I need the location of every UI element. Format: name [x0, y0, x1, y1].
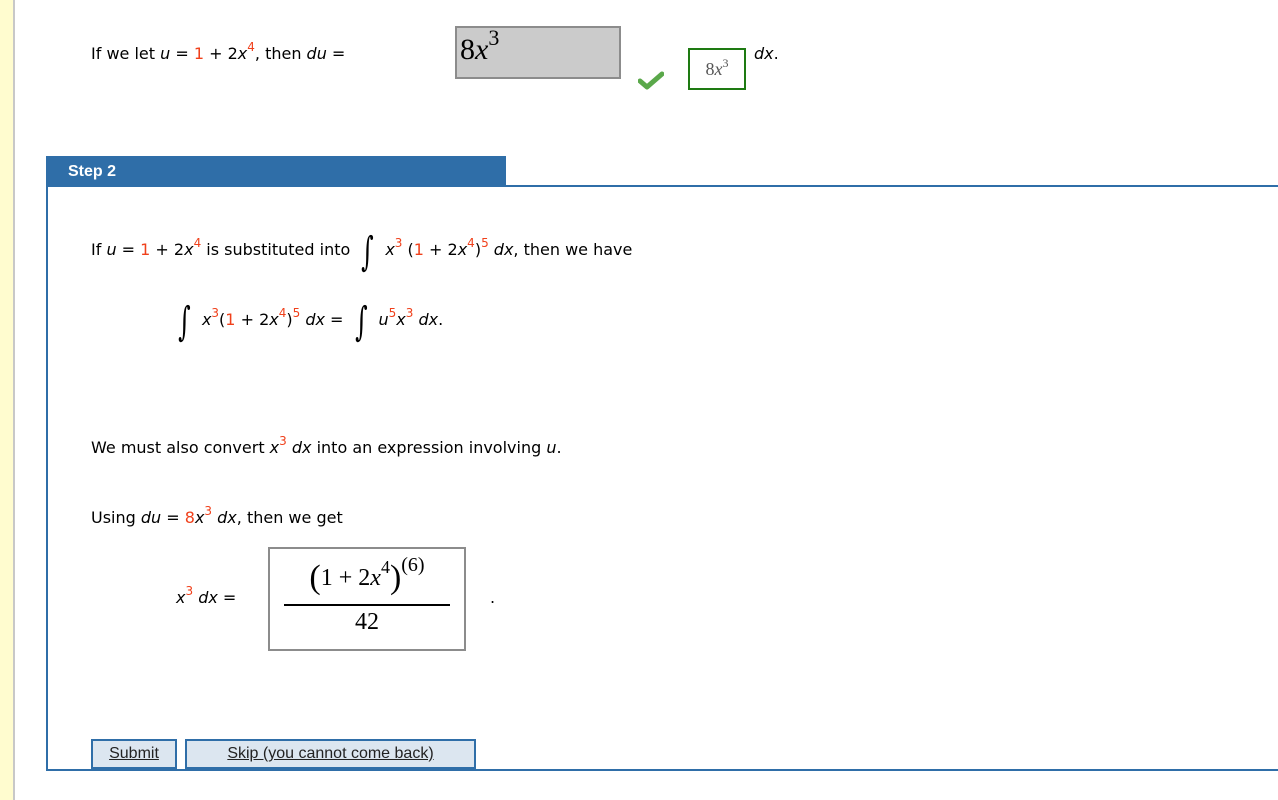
highlight-number: 1: [140, 240, 151, 259]
var-dx: dx: [300, 310, 325, 329]
text: If we let: [91, 44, 161, 63]
var-dx: dx: [413, 310, 439, 329]
answer-var: x: [475, 33, 489, 66]
exponent: 4: [380, 557, 390, 577]
text: + 2: [204, 44, 238, 63]
correct-coef: 8: [705, 59, 715, 79]
text: If: [91, 240, 107, 259]
var-du: du: [140, 508, 162, 527]
step1-statement: If we let u = 1 + 2x4, then du =: [91, 41, 346, 63]
integral-sign-icon: ∫: [361, 229, 375, 275]
var-x: x: [201, 310, 212, 329]
var-u: u: [378, 310, 389, 329]
var-x: x: [385, 240, 395, 259]
text: 1 + 2: [320, 565, 371, 591]
text: , then we get: [236, 508, 343, 527]
paren: (: [309, 559, 321, 596]
step1-dx-suffix: dx.: [754, 44, 779, 63]
text: =: [116, 240, 141, 259]
step2-substitution-statement: If u = 1 + 2x4 is substituted into ∫ x3 …: [91, 232, 632, 272]
var-du: du: [306, 44, 327, 63]
sidebar-divider: [13, 0, 15, 800]
period: .: [490, 588, 496, 607]
var-x: x: [194, 508, 205, 527]
var-x: x: [457, 240, 468, 259]
period: .: [773, 44, 779, 63]
skip-button[interactable]: Skip (you cannot come back): [185, 739, 476, 769]
var-u: u: [546, 438, 557, 457]
text: Using: [91, 508, 141, 527]
text: We must also convert: [91, 438, 270, 457]
correct-exp: 3: [722, 56, 729, 70]
du-answer-input[interactable]: 8x3: [455, 26, 621, 79]
var-dx: dx: [212, 508, 237, 527]
text: + 2: [150, 240, 185, 259]
fraction-answer-input[interactable]: (1 + 2x4)(6) 42: [268, 547, 466, 651]
exponent: 3: [211, 306, 220, 320]
fraction-bar: [284, 604, 450, 606]
text: , then: [254, 44, 307, 63]
text: =: [326, 44, 346, 63]
var-x: x: [269, 438, 280, 457]
var-u: u: [160, 44, 171, 63]
period: .: [556, 438, 562, 457]
text: + 2: [423, 240, 458, 259]
highlight-number: 1: [193, 44, 205, 63]
step2-panel: [46, 185, 1278, 771]
text: =: [324, 310, 349, 329]
highlight-number: 1: [225, 310, 236, 329]
answer-exp: 3: [488, 25, 500, 50]
text: (: [402, 240, 414, 259]
var-dx: dx: [754, 44, 774, 63]
exponent: 4: [467, 236, 475, 250]
step-header: Step 2: [46, 156, 506, 186]
text: into an expression involving: [311, 438, 547, 457]
highlight-number: 8: [184, 508, 195, 527]
exponent: 4: [247, 40, 255, 54]
highlight-number: 1: [413, 240, 424, 259]
text: + 2: [235, 310, 270, 329]
step2-using-statement: Using du = 8x3 dx, then we get: [91, 505, 343, 527]
text: =: [161, 508, 185, 527]
sidebar-strip: [0, 0, 13, 800]
fraction-numerator: (1 + 2x4)(6): [270, 554, 464, 597]
exponent: 3: [204, 504, 213, 518]
var-dx: dx: [193, 588, 218, 607]
step2-integral-equation: ∫ x3(1 + 2x4)5 dx = ∫ u5x3 dx.: [172, 302, 443, 342]
var-x: x: [396, 310, 406, 329]
var-x: x: [184, 240, 194, 259]
step2-answer-label: x3 dx =: [176, 585, 237, 607]
correct-answer-box: 8x3: [688, 48, 746, 90]
answer-coef: 8: [460, 33, 475, 66]
exponent: 5: [481, 236, 489, 250]
exponent: 3: [279, 434, 287, 448]
text: is substituted into: [201, 240, 356, 259]
fraction-denominator: 42: [355, 609, 379, 635]
correct-var: x: [714, 59, 723, 79]
exponent: 3: [185, 584, 194, 598]
period: .: [438, 310, 444, 329]
power: (6): [401, 554, 425, 576]
text: =: [217, 588, 237, 607]
var-x: x: [237, 44, 248, 63]
var-dx: dx: [286, 438, 312, 457]
var-x: x: [269, 310, 279, 329]
text: , then we have: [513, 240, 633, 259]
var-dx: dx: [488, 240, 514, 259]
integral-sign-icon: ∫: [178, 299, 191, 345]
var-u: u: [106, 240, 117, 259]
check-icon: [638, 71, 664, 90]
paren: ): [389, 559, 402, 596]
submit-button[interactable]: Submit: [91, 739, 177, 769]
var-x: x: [370, 565, 381, 591]
integral-sign-icon: ∫: [354, 299, 368, 345]
step2-convert-statement: We must also convert x3 dx into an expre…: [91, 435, 562, 457]
text: =: [170, 44, 194, 63]
